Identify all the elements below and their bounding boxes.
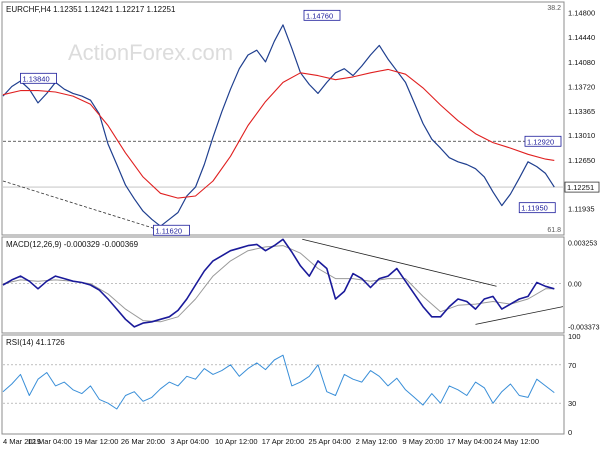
- x-tick-label: 3 Apr 04:00: [171, 437, 209, 446]
- macd-tick-label: 0.003253: [568, 240, 597, 247]
- chart-svg: ActionForex.com EURCHF,H4 1.12351 1.1242…: [1, 1, 600, 446]
- x-tick-label: 9 May 20:00: [402, 437, 443, 446]
- price-tick-label: 1.14440: [568, 33, 595, 42]
- macd-tick-label: -0.003373: [568, 325, 600, 332]
- fib-label-bottom: 61.8: [547, 227, 561, 234]
- x-tick-label: 17 Apr 20:00: [262, 437, 305, 446]
- price-tick-label: 1.13365: [568, 107, 595, 116]
- price-level-label: 1.14760: [303, 9, 341, 21]
- x-tick-label: 10 Apr 12:00: [215, 437, 258, 446]
- macd-panel-frame: [1, 236, 565, 334]
- macd-y-axis: 0.003253 0.00 -0.003373: [568, 240, 600, 331]
- price-level-label: 1.11950: [518, 202, 556, 214]
- x-tick-label: 2 May 12:00: [356, 437, 397, 446]
- price-level-label: 1.12920: [524, 135, 562, 147]
- x-tick-label: 17 May 04:00: [447, 437, 492, 446]
- rsi-y-axis: 100 70 30 0: [568, 332, 581, 437]
- rsi-tick-label: 100: [568, 332, 581, 341]
- macd-tick-label: 0.00: [568, 282, 582, 289]
- fib-label-top: 38.2: [547, 5, 561, 12]
- current-price-text: 1.12251: [567, 183, 594, 192]
- price-tick-label: 1.11935: [568, 205, 595, 214]
- rsi-tick-label: 30: [568, 399, 576, 408]
- price-tick-label: 1.14080: [568, 58, 595, 67]
- x-tick-label: 24 May 12:00: [494, 437, 539, 446]
- price-level-text: 1.12920: [527, 137, 554, 146]
- price-level-label: 1.13840: [20, 72, 57, 84]
- price-tick-label: 1.14800: [568, 9, 595, 18]
- chart-window: ActionForex.com EURCHF,H4 1.12351 1.1242…: [0, 0, 600, 450]
- x-tick-label: 25 Apr 04:00: [308, 437, 351, 446]
- rsi-panel-title: RSI(14) 41.1726: [6, 338, 65, 347]
- price-panel-frame: [1, 1, 565, 236]
- price-level-text: 1.14760: [306, 11, 333, 20]
- price-panel-title: EURCHF,H4 1.12351 1.12421 1.12217 1.1225…: [6, 5, 176, 14]
- x-tick-label: 26 Mar 20:00: [121, 437, 165, 446]
- x-tick-label: 12 Mar 04:00: [28, 437, 72, 446]
- x-axis: 4 Mar 2019 12 Mar 04:00 19 Mar 12:00 26 …: [3, 437, 539, 446]
- price-level-text: 1.11620: [156, 226, 183, 235]
- price-tick-label: 1.13720: [568, 83, 595, 92]
- x-tick-label: 19 Mar 12:00: [74, 437, 118, 446]
- rsi-tick-label: 70: [568, 361, 576, 370]
- macd-panel-title: MACD(12,26,9) -0.000329 -0.000369: [6, 240, 139, 249]
- price-level-text: 1.11950: [521, 204, 548, 213]
- rsi-tick-label: 0: [568, 428, 572, 437]
- price-tick-label: 1.12650: [568, 156, 595, 165]
- current-price-badge: 1.12251: [564, 181, 600, 193]
- price-level-label: 1.11620: [153, 224, 190, 236]
- price-tick-label: 1.13010: [568, 131, 595, 140]
- price-level-text: 1.13840: [23, 74, 50, 83]
- watermark: ActionForex.com: [68, 40, 233, 65]
